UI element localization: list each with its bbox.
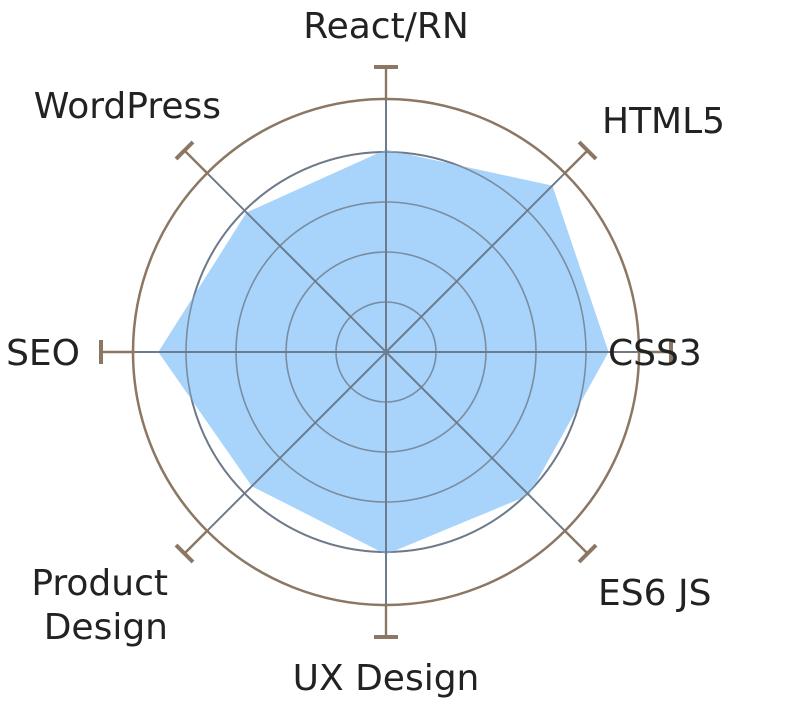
axis-label-3: ES6 JS (598, 573, 711, 614)
axis-label-line: Product (31, 563, 168, 604)
spoke-outer-3 (564, 530, 589, 555)
axis-label-line: SEO (6, 333, 80, 374)
axis-label-line: UX Design (293, 658, 480, 699)
axis-label-6: SEO (6, 333, 80, 374)
spoke-outer-7 (183, 149, 208, 174)
axis-label-2: CSS3 (608, 333, 702, 374)
axis-label-line: WordPress (34, 86, 221, 127)
axis-label-5: Product Design (31, 563, 168, 648)
axis-label-line: React/RN (303, 6, 469, 47)
axis-label-line: HTML5 (602, 101, 725, 142)
axis-label-line: Design (44, 607, 168, 648)
axis-label-7: WordPress (34, 86, 221, 127)
spoke-outer-5 (183, 530, 208, 555)
axis-label-0: React/RN (303, 6, 469, 47)
axis-label-1: HTML5 (602, 101, 725, 142)
axis-label-line: CSS3 (608, 333, 702, 374)
radar-frame (99, 65, 673, 639)
axis-label-4: UX Design (293, 658, 480, 699)
spoke-outer-1 (564, 149, 589, 174)
axis-label-line: ES6 JS (598, 573, 711, 614)
radar-chart: React/RN HTML5 CSS3 ES6 JS UX Design Product D… (6, 6, 725, 699)
